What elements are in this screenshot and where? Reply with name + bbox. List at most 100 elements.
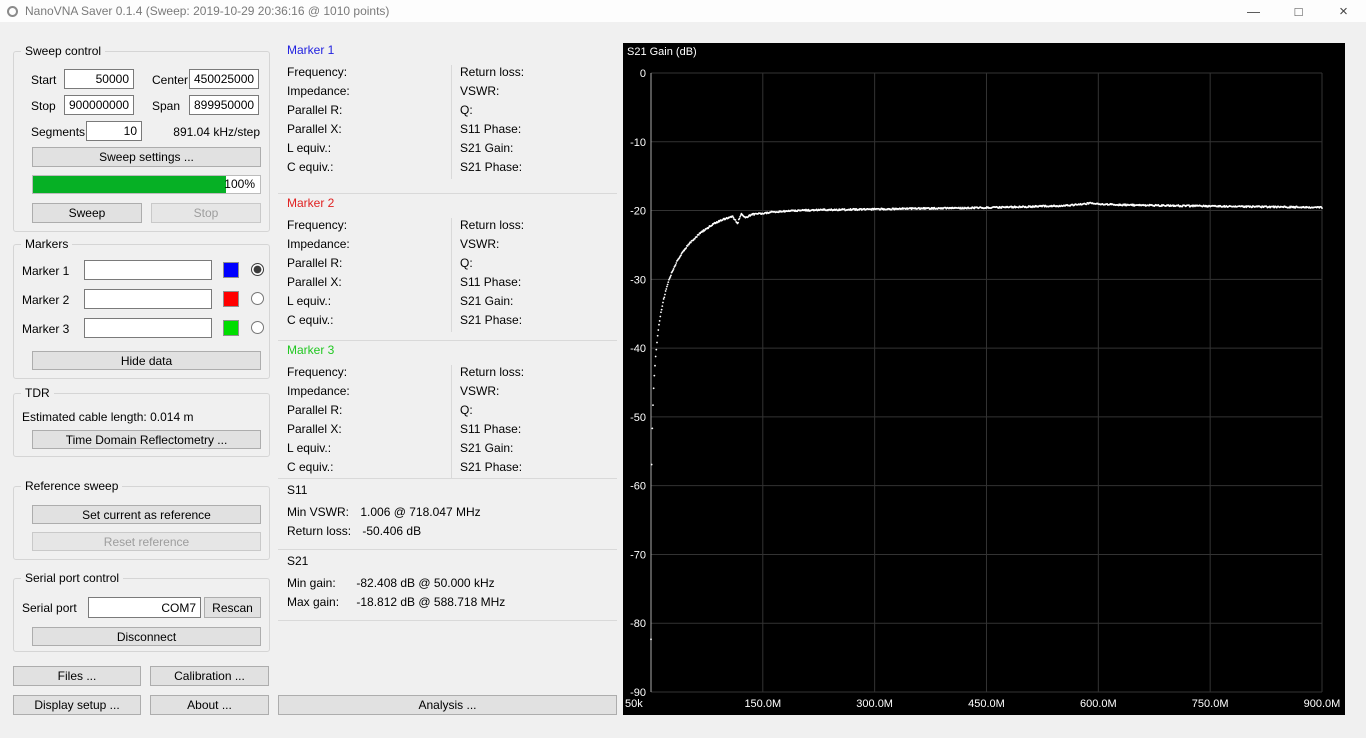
segments-input[interactable] [86,121,142,141]
chart-axis-labels: 0-10-20-30-40-50-60-70-80-9050k 150.0M 300… [625,68,1340,710]
cable-length-value: 0.014 m [150,410,194,424]
analysis-button[interactable]: Analysis ... [278,695,617,715]
hide-data-button[interactable]: Hide data [32,351,261,370]
marker-color-swatch[interactable] [223,262,239,278]
chart-title: S21 Gain (dB) [627,46,697,58]
marker-color-swatch[interactable] [223,320,239,336]
center-input[interactable] [189,69,259,89]
s11-min-vswr-label: Min VSWR: [287,505,350,519]
separator [278,620,617,621]
s11-summary-section: S11 Min VSWR: 1.006 @ 718.047 MHz Return… [278,483,617,543]
maximize-icon[interactable]: □ [1276,0,1321,22]
minimize-icon[interactable]: — [1231,0,1276,22]
field-label: C equiv.: [287,313,334,327]
y-tick-label: -40 [630,343,646,355]
marker-input[interactable] [84,260,212,280]
start-input[interactable] [64,69,134,89]
separator [278,193,617,194]
about-button[interactable]: About ... [150,695,269,715]
separator [278,478,617,479]
marker-left-fields: Frequency: Impedance: Parallel R: Parallel … [278,365,451,479]
markers-group: Markers Marker 1 Marker 2 Marker 3 Hide … [13,237,270,379]
marker-left-fields: Frequency: Impedance: Parallel R: Parallel … [278,65,451,179]
marker-row-label: Marker 1 [22,264,70,278]
field-label: Q: [460,103,473,117]
y-tick-label: 0 [640,68,646,80]
y-tick-label: -30 [630,274,646,286]
y-tick-label: -60 [630,481,646,493]
window-title: NanoVNA Saver 0.1.4 (Sweep: 2019-10-29 2… [25,4,390,18]
y-tick-label: -50 [630,412,646,424]
field-label: C equiv.: [287,460,334,474]
marker-detail-block: Marker 3 Frequency: Impedance: Parallel R:… [278,343,617,479]
serial-port-group: Serial port control Serial port Rescan D… [13,571,270,652]
field-label: Frequency: [287,218,348,232]
marker-detail-title: Marker 1 [287,43,335,57]
tdr-group-title: TDR [21,386,54,400]
marker-radio[interactable] [251,321,264,334]
sweep-control-group: Sweep control Start Center Stop Span Seg… [13,44,270,232]
s21-min-gain-row: Min gain: -82.408 dB @ 50.000 kHz [278,576,617,595]
field-label: VSWR: [460,84,500,98]
marker-radio[interactable] [251,292,264,305]
x-tick-label: 450.0M [968,698,1005,710]
titlebar: NanoVNA Saver 0.1.4 (Sweep: 2019-10-29 2… [0,0,1366,22]
field-label: Return loss: [460,65,525,79]
cable-length-text: Estimated cable length: [22,410,147,424]
field-label: Impedance: [287,237,350,251]
start-label: Start [31,73,57,87]
display-setup-button[interactable]: Display setup ... [13,695,141,715]
sweep-control-group-title: Sweep control [21,44,106,58]
rescan-button[interactable]: Rescan [204,597,261,618]
s21-summary-section: S21 Min gain: -82.408 dB @ 50.000 kHz Ma… [278,554,617,614]
field-label: VSWR: [460,384,500,398]
s21-chart[interactable]: 0-10-20-30-40-50-60-70-80-9050k 150.0M 300… [623,43,1345,715]
field-label: S11 Phase: [460,122,522,136]
marker-row-label: Marker 2 [22,293,70,307]
files-button[interactable]: Files ... [13,666,141,686]
tdr-button[interactable]: Time Domain Reflectometry ... [32,430,261,449]
chart-grid [650,72,1323,693]
x-tick-label: 750.0M [1192,698,1229,710]
sweep-progress-bar: 100% [32,175,261,194]
serial-port-input[interactable] [88,597,201,618]
separator [278,340,617,341]
stop-input[interactable] [64,95,134,115]
marker-row: Marker 2 [14,289,269,311]
field-label: Return loss: [460,218,525,232]
sweep-button[interactable]: Sweep [32,203,142,223]
stop-label: Stop [31,99,56,113]
x-tick-label: 50k [625,698,643,710]
stop-button[interactable]: Stop [151,203,261,223]
s21-min-gain-label: Min gain: [287,576,336,590]
sweep-settings-button[interactable]: Sweep settings ... [32,147,261,167]
marker-detail-title: Marker 2 [287,196,335,210]
reset-reference-button[interactable]: Reset reference [32,532,261,551]
marker-detail-block: Marker 2 Frequency: Impedance: Parallel R:… [278,196,617,332]
set-reference-button[interactable]: Set current as reference [32,505,261,524]
field-label: Parallel R: [287,256,343,270]
field-label: Parallel X: [287,122,342,136]
field-label: S21 Gain: [460,141,514,155]
s11-min-vswr-row: Min VSWR: 1.006 @ 718.047 MHz [278,505,617,524]
marker-input[interactable] [84,289,212,309]
x-tick-label: 300.0M [856,698,893,710]
app-icon [7,5,18,17]
s11-return-loss-value: -50.406 dB [362,524,422,538]
span-input[interactable] [189,95,259,115]
s21-max-gain-value: -18.812 dB @ 588.718 MHz [356,595,506,609]
field-label: Parallel R: [287,103,343,117]
y-tick-label: -80 [630,618,646,630]
s21-max-gain-row: Max gain: -18.812 dB @ 588.718 MHz [278,595,617,614]
marker-color-swatch[interactable] [223,291,239,307]
marker-radio[interactable] [251,263,264,276]
marker-input[interactable] [84,318,212,338]
field-label: VSWR: [460,237,500,251]
marker-detail-columns: Frequency: Impedance: Parallel R: Parallel … [278,65,617,179]
calibration-button[interactable]: Calibration ... [150,666,269,686]
close-icon[interactable]: × [1321,0,1366,22]
x-tick-label: 150.0M [744,698,781,710]
marker-detail-columns: Frequency: Impedance: Parallel R: Parallel … [278,365,617,479]
disconnect-button[interactable]: Disconnect [32,627,261,646]
window-controls: — □ × [1231,0,1366,22]
